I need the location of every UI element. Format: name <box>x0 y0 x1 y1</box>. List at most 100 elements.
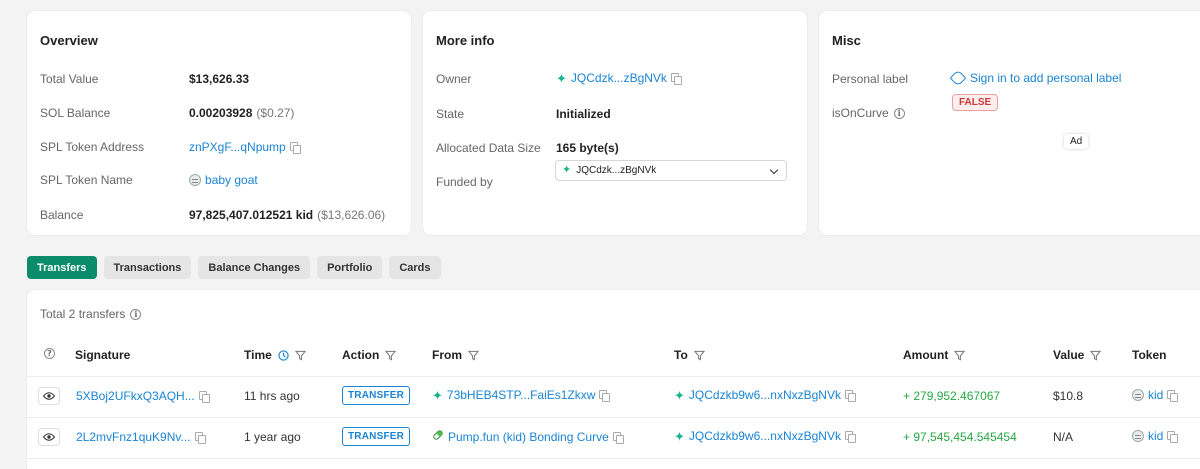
header-to: To <box>674 348 705 362</box>
info-icon[interactable]: i <box>130 308 142 320</box>
action-cell: TRANSFER <box>342 427 411 446</box>
copy-icon[interactable] <box>194 432 206 444</box>
total-value-label: Total Value <box>40 72 99 86</box>
header-value: Value <box>1053 348 1102 362</box>
help-icon-header[interactable]: ? <box>44 348 55 359</box>
copy-icon[interactable] <box>612 431 624 444</box>
signature-link[interactable]: 5XBoj2UFkxQ3AQH... <box>76 389 195 403</box>
spl-name: baby goat <box>189 173 258 187</box>
filter-icon[interactable] <box>468 350 479 361</box>
to-link[interactable]: JQCdzkb9w6...nxNxzBgNVk <box>689 429 841 443</box>
tab-transactions[interactable]: Transactions <box>103 256 192 279</box>
sol-balance: 0.00203928 ($0.27) <box>189 106 294 120</box>
more-info-title: More info <box>436 33 495 48</box>
total-value: $13,626.33 <box>189 72 250 86</box>
tab-balance-changes[interactable]: Balance Changes <box>198 256 311 279</box>
eye-icon[interactable] <box>38 428 60 446</box>
alloc-label: Allocated Data Size <box>436 141 541 155</box>
view-button[interactable] <box>38 428 60 446</box>
alloc-value: 165 byte(s) <box>556 141 619 155</box>
personal-label: Personal label <box>832 72 909 86</box>
sign-in-label-link[interactable]: Sign in to add personal label <box>949 69 1121 87</box>
from-link[interactable]: 73bHEB4STP...FaiEs1Zkxw <box>447 388 596 402</box>
spl-address: znPXgF...qNpump <box>189 140 301 154</box>
owner-label: Owner <box>436 72 472 86</box>
to-cell: ✦ JQCdzkb9w6...nxNxzBgNVk <box>674 429 856 443</box>
ad-tag[interactable]: Ad <box>1064 134 1089 149</box>
copy-icon[interactable] <box>599 390 611 402</box>
copy-icon[interactable] <box>1167 390 1179 402</box>
filter-icon[interactable] <box>1090 350 1102 361</box>
balance-value: 97,825,407.012521 kid <box>189 208 314 222</box>
on-curve-label-text: isOnCurve <box>832 106 889 120</box>
header-action-label: Action <box>342 348 380 362</box>
tab-bar: Transfers Transactions Balance Changes P… <box>27 256 441 279</box>
tab-cards[interactable]: Cards <box>389 256 441 279</box>
header-time: Time <box>244 348 306 362</box>
sign-in-link[interactable]: Sign in to add personal label <box>970 71 1121 85</box>
copy-icon[interactable] <box>289 142 301 154</box>
from-cell: Pump.fun (kid) Bonding Curve <box>432 429 624 444</box>
header-action: Action <box>342 348 397 362</box>
time-cell: 1 year ago <box>244 430 301 444</box>
spl-name-label: SPL Token Name <box>40 173 133 187</box>
filter-icon[interactable] <box>385 350 397 361</box>
spl-name-link[interactable]: baby goat <box>205 173 258 187</box>
token-cell: kid <box>1132 388 1179 402</box>
header-token: Token <box>1132 348 1167 362</box>
owner: ✦ JQCdzk...zBgNVk <box>556 70 682 86</box>
sol-balance-value: 0.00203928 <box>189 106 253 120</box>
token-cell: kid <box>1132 429 1179 443</box>
header-value-label: Value <box>1053 348 1085 362</box>
from-cell: ✦ 73bHEB4STP...FaiEs1Zkxw <box>432 387 611 403</box>
overview-title: Overview <box>40 33 98 48</box>
token-coin-icon <box>1132 430 1144 442</box>
balance-label: Balance <box>40 208 84 222</box>
filter-icon[interactable] <box>693 350 705 361</box>
owner-link[interactable]: JQCdzk...zBgNVk <box>571 71 667 85</box>
token-link[interactable]: kid <box>1148 429 1163 443</box>
on-curve-badge: FALSE <box>952 94 999 111</box>
filter-icon[interactable] <box>954 350 966 361</box>
copy-icon[interactable] <box>844 390 856 402</box>
spl-address-label: SPL Token Address <box>40 140 145 154</box>
sparkle-icon: ✦ <box>432 387 443 403</box>
signature-link[interactable]: 2L2mvFnz1quK9Nv... <box>76 430 191 444</box>
action-cell: TRANSFER <box>342 386 411 405</box>
sol-balance-usd: ($0.27) <box>256 106 295 120</box>
tab-transfers[interactable]: Transfers <box>27 256 97 279</box>
row-divider <box>27 458 1200 459</box>
state-label: State <box>436 107 465 121</box>
misc-card: Misc Personal label Sign in to add perso… <box>819 11 1200 235</box>
question-icon[interactable]: ? <box>44 348 55 359</box>
token-coin-icon <box>1132 389 1144 401</box>
header-from-label: From <box>432 348 462 362</box>
sparkle-icon: ✦ <box>562 164 572 176</box>
copy-icon[interactable] <box>844 431 856 443</box>
tab-portfolio[interactable]: Portfolio <box>317 256 383 279</box>
transfers-table: Total 2 transfers i ? Signature Time Act… <box>27 290 1200 469</box>
from-link[interactable]: Pump.fun (kid) Bonding Curve <box>448 430 609 444</box>
copy-icon[interactable] <box>1167 431 1179 443</box>
funded-by-value: JQCdzk...zBgNVk <box>576 165 657 176</box>
balance-usd: ($13,626.06) <box>317 208 386 222</box>
misc-title: Misc <box>832 33 861 48</box>
sparkle-icon: ✦ <box>556 70 567 86</box>
chevron-down-icon <box>769 165 779 175</box>
amount-cell: + 97,545,454.545454 <box>903 430 1017 444</box>
to-link[interactable]: JQCdzkb9w6...nxNxzBgNVk <box>689 388 841 402</box>
token-link[interactable]: kid <box>1148 388 1163 402</box>
copy-icon[interactable] <box>670 73 682 85</box>
view-button[interactable] <box>38 387 60 405</box>
copy-icon[interactable] <box>198 391 210 403</box>
overview-card: Overview Total Value $13,626.33 SOL Bala… <box>27 11 411 235</box>
clock-icon[interactable] <box>278 349 289 361</box>
info-icon[interactable]: i <box>893 107 905 119</box>
signature-cell: 2L2mvFnz1quK9Nv... <box>76 430 206 444</box>
pill-icon <box>432 429 444 444</box>
funded-by-select[interactable]: ✦ JQCdzk...zBgNVk <box>555 160 787 181</box>
eye-icon[interactable] <box>38 387 60 405</box>
row-divider <box>27 417 1200 418</box>
filter-icon[interactable] <box>294 350 306 361</box>
spl-address-link[interactable]: znPXgF...qNpump <box>189 140 286 154</box>
